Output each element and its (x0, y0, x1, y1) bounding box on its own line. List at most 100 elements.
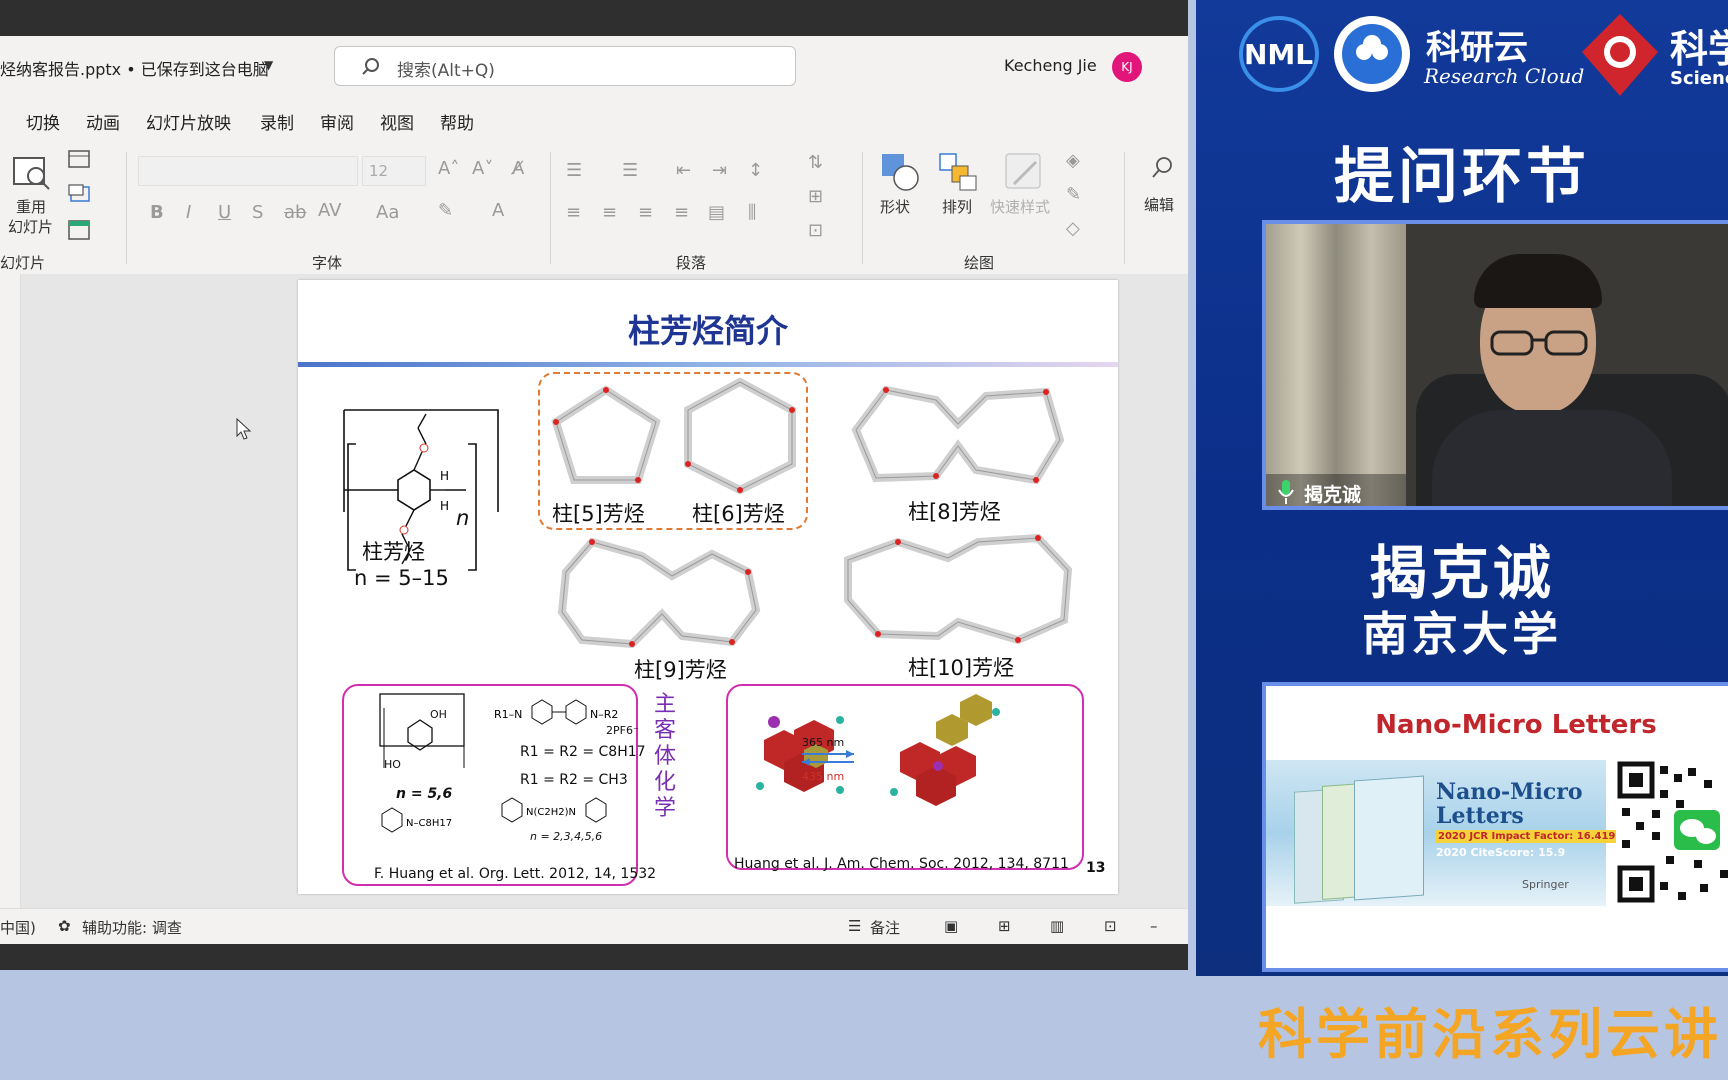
text-direction-icon[interactable]: ⇅ (808, 152, 823, 173)
find-icon[interactable] (1150, 156, 1174, 180)
reuse-slides-icon[interactable] (12, 154, 52, 194)
reuse-slides-label-2[interactable]: 幻灯片 (8, 216, 53, 237)
bold-icon[interactable]: B (150, 202, 164, 223)
menu-item-review[interactable]: 审阅 (320, 109, 354, 134)
research-cloud-logo-icon (1334, 16, 1410, 92)
smartart-icon[interactable]: ⊡ (808, 220, 823, 241)
menu-item-slideshow[interactable]: 幻灯片放映 (146, 109, 231, 134)
fill-icon[interactable]: ◈ (1066, 150, 1080, 171)
arrange-icon[interactable] (938, 152, 978, 192)
accessibility-status[interactable]: 辅助功能: 调查 (82, 917, 182, 938)
bispyridinium-structure: N(C2H2)N (501, 797, 607, 823)
speaker-body (1432, 410, 1672, 506)
slide-13[interactable]: 柱芳烃简介 H H n 柱芳烃 n = 5–15 柱[5]芳烃 柱[6]芳烃 柱… (298, 280, 1118, 894)
microphone-icon (1278, 480, 1294, 504)
logo-bar: NML 科研云 Research Cloud 科学 Science (1196, 0, 1728, 112)
svg-text:R1–N: R1–N (494, 708, 522, 721)
qr-code-icon[interactable] (1616, 760, 1728, 906)
line-spacing-icon[interactable]: ↕ (748, 160, 763, 181)
font-size-select[interactable]: 12 (362, 156, 426, 186)
change-case-icon[interactable]: Aa (376, 202, 399, 223)
pillararene-label: 柱芳烃 (362, 540, 425, 564)
numbering-icon[interactable]: ☰ (622, 160, 638, 181)
align-center-icon[interactable]: ≡ (602, 202, 617, 223)
chevron-down-icon[interactable]: ▼ (264, 58, 273, 72)
distributed-icon[interactable]: ▤ (708, 202, 725, 223)
photo-switch-complex-right (890, 694, 1000, 806)
arrange-label[interactable]: 排列 (942, 196, 972, 217)
editing-label[interactable]: 编辑 (1144, 194, 1174, 215)
font-color-icon[interactable]: A (492, 200, 504, 221)
series-banner: 科学前沿系列云讲 (1258, 1003, 1722, 1066)
align-text-icon[interactable]: ⊞ (808, 186, 823, 207)
normal-view-icon[interactable]: ▣ (944, 917, 958, 935)
reset-icon[interactable] (68, 184, 90, 202)
pillar5-model (551, 385, 661, 484)
user-name[interactable]: Kecheng Jie (1004, 56, 1097, 75)
nm435-label: 435 nm (802, 770, 845, 783)
n2346-label: n = 2,3,4,5,6 (530, 830, 603, 843)
font-name-select[interactable] (138, 156, 358, 186)
italic-icon[interactable]: I (186, 202, 191, 223)
slide-sorter-icon[interactable]: ⊞ (998, 917, 1011, 935)
char-spacing-icon[interactable]: AV (318, 200, 341, 221)
pillar6-label: 柱[6]芳烃 (692, 502, 785, 526)
slide-page-number: 13 (1086, 860, 1106, 876)
mouse-cursor-icon (236, 418, 252, 440)
clear-format-icon[interactable]: A̸ (512, 158, 524, 179)
ribbon: 重用 幻灯片 幻灯片 12 A˄ A˅ A̸ B I U S ab AV Aa … (0, 142, 1188, 275)
reading-view-icon[interactable]: ▥ (1050, 917, 1064, 935)
svg-text:H: H (440, 469, 449, 483)
avatar[interactable]: KJ (1112, 52, 1142, 82)
grow-font-icon[interactable]: A˄ (438, 158, 459, 179)
citescore-label: 2020 CiteScore: 15.9 (1436, 846, 1566, 859)
speaker-video[interactable]: 揭克诚 (1262, 220, 1728, 510)
notes-button[interactable]: 备注 (870, 917, 900, 938)
logo-science-name: 科学 (1670, 27, 1728, 71)
search-box[interactable]: 搜索(Alt+Q) (334, 46, 796, 86)
journal-cover-3 (1354, 775, 1424, 901)
menu-item-record[interactable]: 录制 (260, 109, 294, 134)
document-title[interactable]: 烃纳客报告.pptx • 已保存到这台电脑 (0, 56, 269, 80)
align-right-icon[interactable]: ≡ (638, 202, 653, 223)
menu-bar: 切换 动画 幻灯片放映 录制 审阅 视图 帮助 (0, 98, 1188, 142)
shapes-label[interactable]: 形状 (880, 196, 910, 217)
bullets-icon[interactable]: ☰ (566, 160, 582, 181)
strikethrough-icon[interactable]: ab (284, 202, 306, 223)
zoom-out-icon[interactable]: – (1150, 917, 1158, 935)
shrink-font-icon[interactable]: A˅ (472, 158, 493, 179)
justify-icon[interactable]: ≡ (674, 202, 689, 223)
presenter-icon[interactable]: ⊡ (1104, 917, 1117, 935)
section-icon[interactable] (68, 220, 90, 240)
left-scrollbar[interactable] (0, 274, 21, 908)
language-status[interactable]: 中国) (0, 917, 36, 938)
speaker-hair (1474, 254, 1602, 308)
menu-item-view[interactable]: 视图 (380, 109, 414, 134)
journal-ad[interactable]: Nano-Micro Letters Nano-Micro Letters 20… (1262, 682, 1728, 972)
decrease-indent-icon[interactable]: ⇤ (676, 160, 691, 181)
shapes-icon[interactable] (880, 152, 920, 192)
underline-icon[interactable]: U (218, 202, 231, 223)
highlight-icon[interactable]: ✎ (438, 200, 453, 221)
journal-banner: Nano-Micro Letters 2020 JCR Impact Facto… (1266, 760, 1618, 906)
reuse-slides-label-1[interactable]: 重用 (16, 196, 46, 217)
quick-styles-label[interactable]: 快速样式 (990, 196, 1050, 217)
menu-item-help[interactable]: 帮助 (440, 109, 474, 134)
science-logo-icon (1582, 14, 1658, 96)
shadow-icon[interactable]: S (252, 202, 263, 223)
increase-indent-icon[interactable]: ⇥ (712, 160, 727, 181)
qa-session-title: 提问环节 (1334, 142, 1590, 212)
menu-item-animations[interactable]: 动画 (86, 109, 120, 134)
outline-icon[interactable]: ✎ (1066, 184, 1081, 205)
menu-item-transitions[interactable]: 切换 (26, 109, 60, 134)
accessibility-icon[interactable]: ✿ (58, 917, 71, 935)
align-left-icon[interactable]: ≡ (566, 202, 581, 223)
effects-icon[interactable]: ◇ (1066, 218, 1080, 239)
quick-styles-icon[interactable] (1004, 152, 1044, 192)
group-paragraph-label: 段落 (676, 254, 707, 272)
nml-logo-icon: NML (1239, 16, 1319, 92)
layout-icon[interactable] (68, 150, 90, 168)
columns-icon[interactable]: ⫼ (748, 202, 756, 223)
notes-icon[interactable]: ☰ (848, 917, 861, 935)
r-formula-1: R1 = R2 = C8H17 (520, 744, 646, 760)
